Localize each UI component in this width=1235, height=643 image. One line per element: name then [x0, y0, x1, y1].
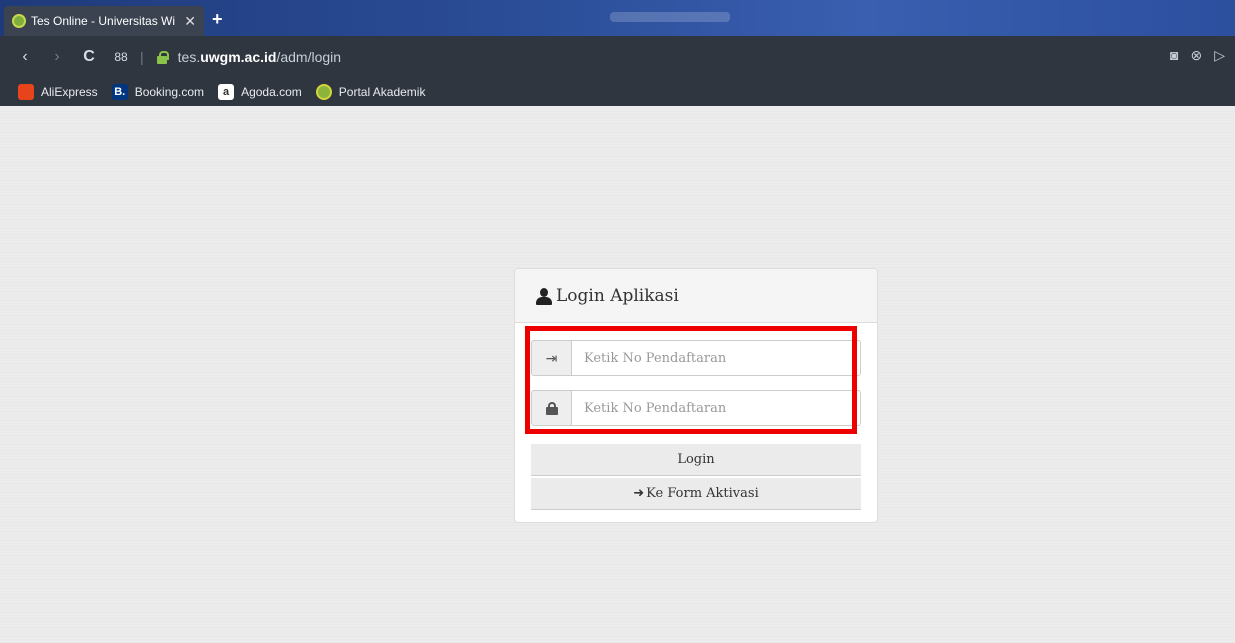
login-panel: Login Aplikasi ⇥ Login ➜ Ke Form Aktivas… [514, 268, 878, 523]
page-content: Login Aplikasi ⇥ Login ➜ Ke Form Aktivas… [0, 110, 1235, 643]
booking-icon: B. [111, 84, 128, 100]
bookmarks-bar: AliExpress B. Booking.com a Agoda.com Po… [0, 78, 1235, 106]
login-title: Login Aplikasi [556, 285, 679, 306]
address-bar: ‹ › C 88 | tes.uwgm.ac.id/adm/login ◙ ⊗ … [0, 36, 1235, 78]
secure-lock-icon[interactable] [156, 51, 169, 64]
browser-tab-strip: Tes Online - Universitas Wi ✕ + [0, 0, 1235, 36]
username-input-group: ⇥ [531, 340, 861, 376]
login-panel-heading: Login Aplikasi [515, 269, 877, 323]
reload-button[interactable]: C [78, 48, 100, 66]
address-divider: | [140, 49, 144, 65]
password-input-group [531, 390, 861, 426]
password-input[interactable] [572, 391, 860, 425]
bookmark-aliexpress[interactable]: AliExpress [18, 84, 98, 100]
sign-in-icon: ⇥ [532, 341, 572, 375]
bookmark-portal-akademik[interactable]: Portal Akademik [315, 84, 425, 100]
address-right-controls: ◙ ⊗ ▷ [1170, 47, 1225, 64]
snapshot-icon[interactable]: ◙ [1170, 47, 1178, 64]
activation-form-label: Ke Form Aktivasi [646, 486, 759, 501]
login-button[interactable]: Login [531, 443, 861, 476]
lock-icon [545, 401, 558, 415]
send-icon[interactable]: ▷ [1214, 47, 1225, 64]
tab-title: Tes Online - Universitas Wi [31, 14, 176, 28]
bookmark-agoda[interactable]: a Agoda.com [218, 84, 302, 100]
username-input[interactable] [572, 341, 860, 375]
user-icon [535, 287, 553, 305]
activation-form-button[interactable]: ➜ Ke Form Aktivasi [531, 477, 861, 510]
back-button[interactable]: ‹ [14, 48, 36, 66]
browser-tab[interactable]: Tes Online - Universitas Wi ✕ [4, 6, 204, 36]
url-field[interactable]: tes.uwgm.ac.id/adm/login [178, 49, 341, 65]
forward-button[interactable]: › [46, 48, 68, 66]
new-tab-button[interactable]: + [212, 9, 223, 30]
aliexpress-icon [18, 84, 34, 100]
portal-icon [315, 84, 332, 100]
extension-icon[interactable]: ⊗ [1190, 47, 1202, 64]
arrow-right-icon: ➜ [633, 486, 645, 501]
agoda-icon: a [218, 84, 235, 100]
bookmark-booking[interactable]: B. Booking.com [111, 84, 204, 100]
speed-dial-icon[interactable]: 88 [110, 50, 132, 64]
window-title-blur [610, 12, 730, 22]
site-favicon-icon [12, 14, 26, 28]
tab-close-icon[interactable]: ✕ [184, 13, 196, 30]
lock-icon-addon [532, 391, 572, 425]
